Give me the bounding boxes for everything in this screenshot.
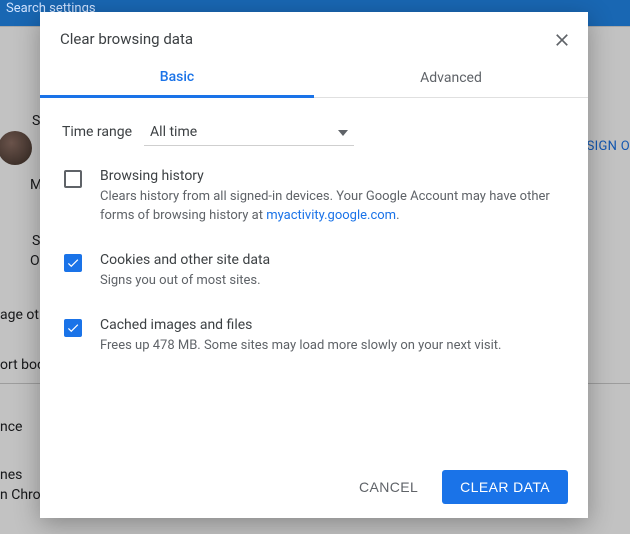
time-range-value: All time <box>150 124 197 140</box>
close-icon[interactable] <box>552 30 572 50</box>
option-row: Cached images and files Frees up 478 MB. … <box>64 317 566 356</box>
option-title: Browsing history <box>100 168 566 184</box>
time-range-select[interactable]: All time <box>144 118 354 146</box>
checkbox[interactable] <box>64 170 82 188</box>
option-description: Frees up 478 MB. Some sites may load mor… <box>100 337 501 356</box>
option-description: Clears history from all signed-in device… <box>100 188 566 226</box>
clear-browsing-data-dialog: Clear browsing data Basic Advanced Time … <box>40 12 588 518</box>
clear-data-button[interactable]: CLEAR DATA <box>442 470 568 504</box>
checkbox[interactable] <box>64 319 82 337</box>
tab-advanced[interactable]: Advanced <box>314 58 588 97</box>
option-row: Browsing history Clears history from all … <box>64 168 566 226</box>
option-description: Signs you out of most sites. <box>100 272 270 291</box>
checkbox[interactable] <box>64 254 82 272</box>
cancel-button[interactable]: CANCEL <box>349 471 428 503</box>
chevron-down-icon <box>338 124 348 140</box>
option-title: Cookies and other site data <box>100 252 270 268</box>
dialog-title: Clear browsing data <box>40 12 588 58</box>
myactivity-link[interactable]: myactivity.google.com <box>266 208 396 223</box>
option-row: Cookies and other site data Signs you out… <box>64 252 566 291</box>
tab-basic[interactable]: Basic <box>40 58 314 98</box>
option-title: Cached images and files <box>100 317 501 333</box>
tabstrip: Basic Advanced <box>40 58 588 98</box>
time-range-label: Time range <box>62 124 132 140</box>
